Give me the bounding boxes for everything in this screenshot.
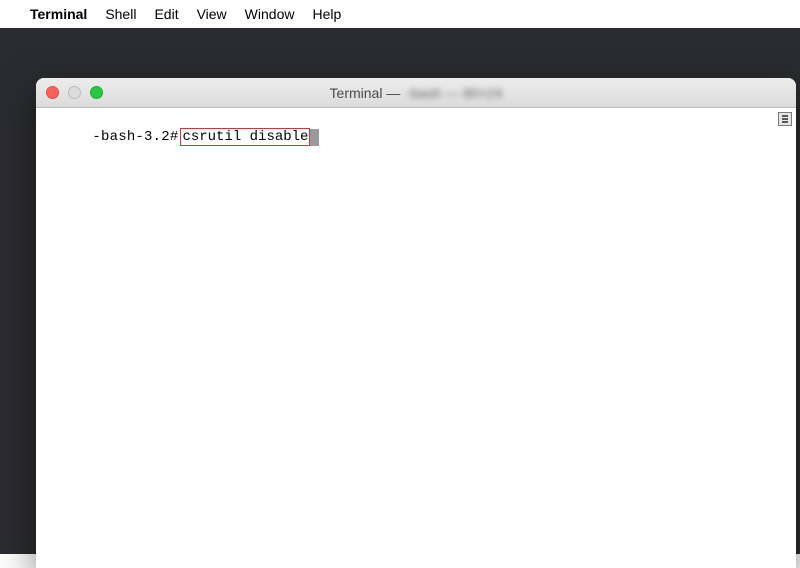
typed-command: csrutil disable <box>180 128 310 146</box>
traffic-lights <box>46 86 103 99</box>
menubar-app-name[interactable]: Terminal <box>30 6 87 22</box>
minimize-button[interactable] <box>68 86 81 99</box>
window-title-prefix: Terminal — <box>330 85 401 101</box>
window-title: Terminal — -bash — 80×24 <box>36 85 796 101</box>
window-titlebar[interactable]: Terminal — -bash — 80×24 <box>36 78 796 108</box>
shell-prompt: -bash-3.2# <box>92 129 178 145</box>
maximize-button[interactable] <box>90 86 103 99</box>
terminal-window: Terminal — -bash — 80×24 -bash-3.2# csru… <box>36 78 796 568</box>
menu-window[interactable]: Window <box>245 6 295 22</box>
window-title-obscured: -bash — 80×24 <box>406 85 502 101</box>
menu-view[interactable]: View <box>197 6 227 22</box>
menu-shell[interactable]: Shell <box>105 6 136 22</box>
menu-edit[interactable]: Edit <box>154 6 178 22</box>
desktop-background: Terminal — -bash — 80×24 -bash-3.2# csru… <box>0 28 800 554</box>
menu-help[interactable]: Help <box>312 6 341 22</box>
scroll-indicator-icon[interactable] <box>778 112 792 126</box>
text-cursor <box>310 129 319 146</box>
system-menubar: Terminal Shell Edit View Window Help <box>0 0 800 28</box>
close-button[interactable] <box>46 86 59 99</box>
terminal-prompt-line: -bash-3.2# csrutil disable <box>92 128 319 146</box>
terminal-content-area[interactable]: -bash-3.2# csrutil disable <box>36 108 796 568</box>
